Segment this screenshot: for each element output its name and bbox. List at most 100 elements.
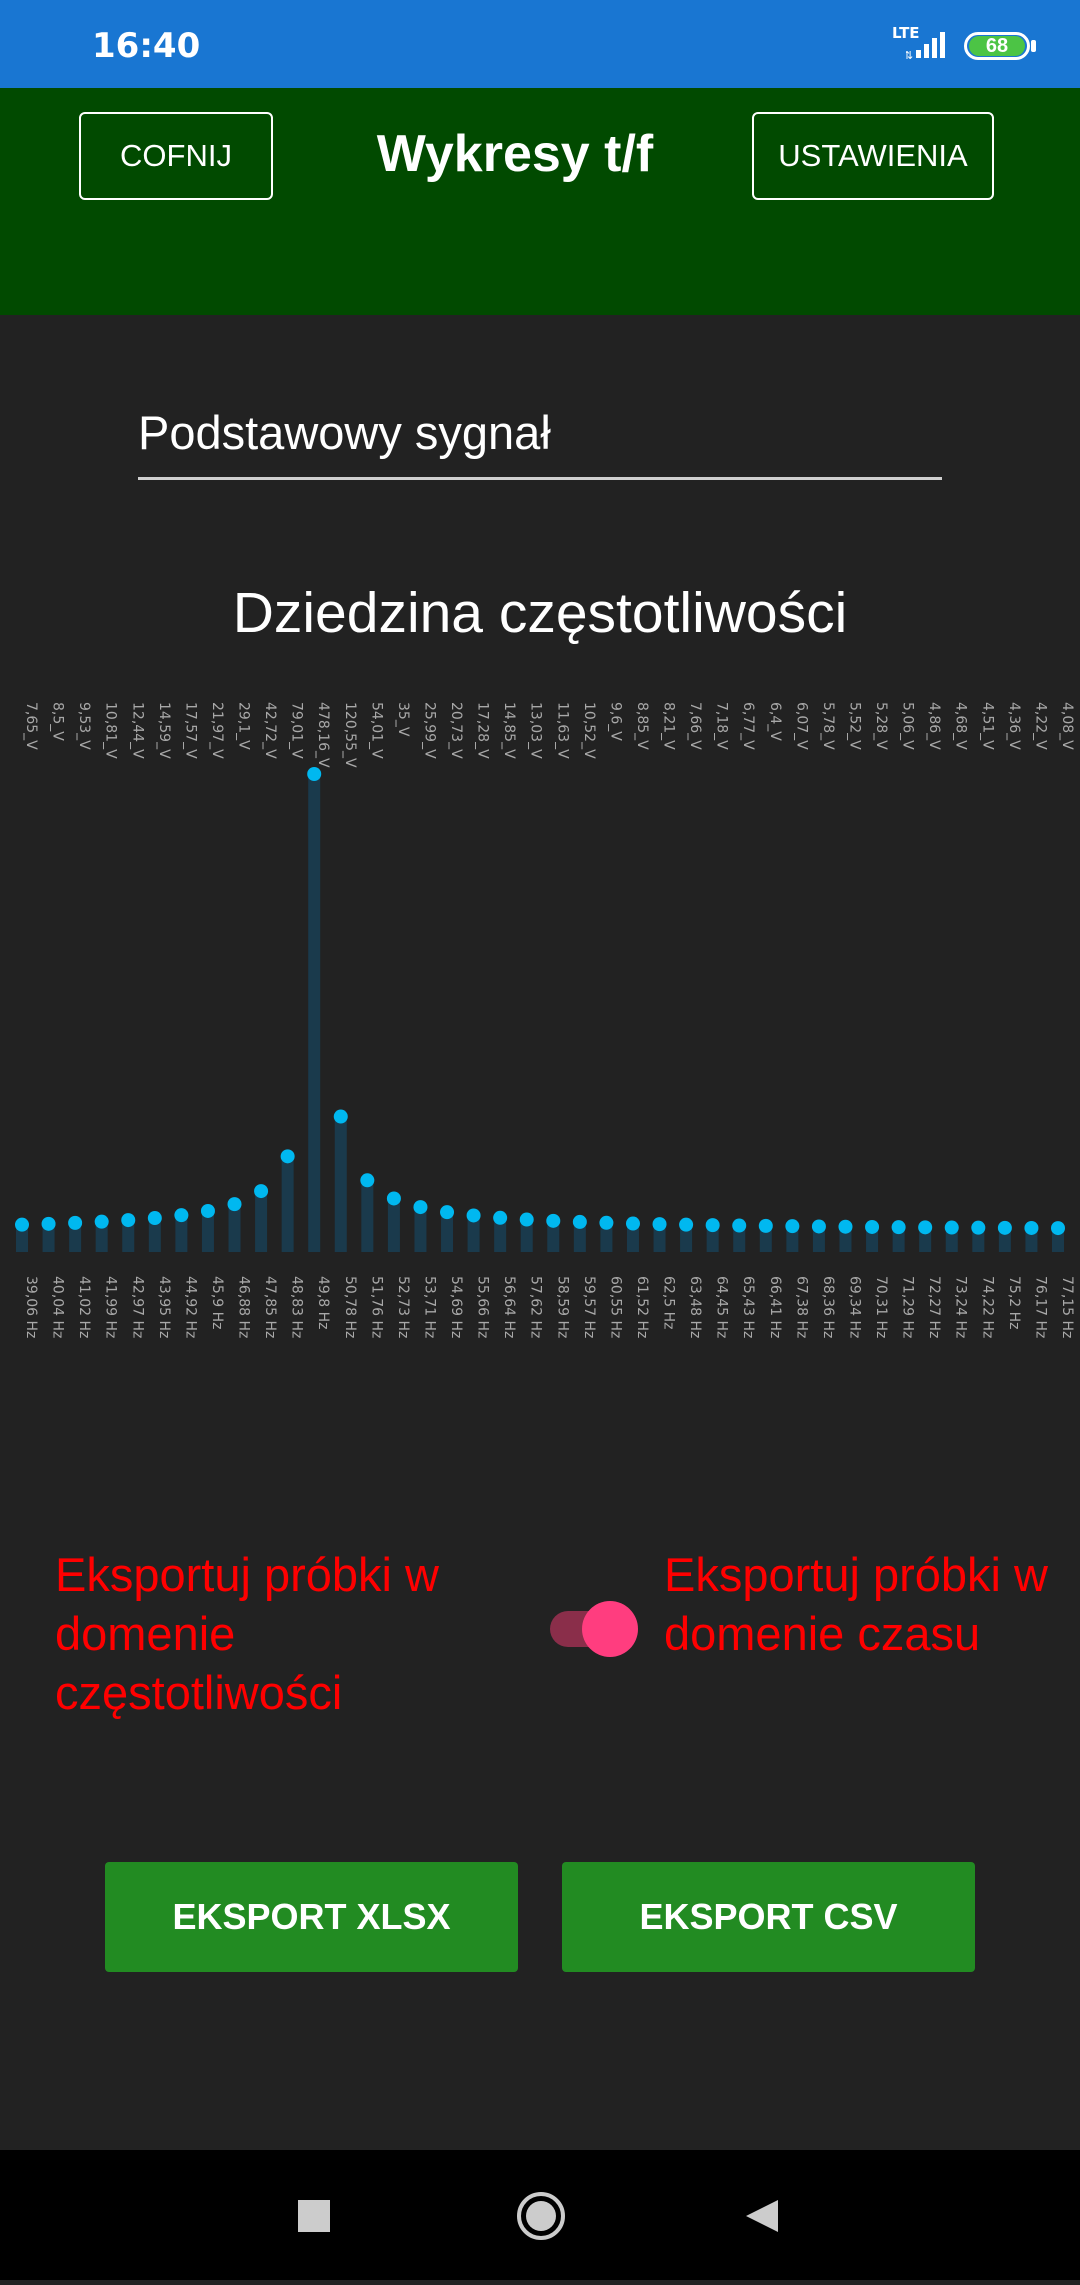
frequency-label: 48,83 Hz <box>289 1276 305 1338</box>
frequency-label: 68,36 Hz <box>820 1276 836 1338</box>
value-label: 6,4_V <box>767 702 783 741</box>
signal-select[interactable]: Podstawowy sygnał <box>138 405 942 480</box>
value-label: 9,6_V <box>607 702 623 741</box>
frequency-label: 49,8 Hz <box>315 1276 331 1330</box>
frequency-label: 44,92 Hz <box>182 1276 198 1338</box>
value-label: 54,01_V <box>368 702 384 759</box>
value-label: 10,81_V <box>103 702 119 759</box>
chart-point <box>1051 1221 1065 1236</box>
chart-stem <box>228 1204 241 1252</box>
chart-point <box>280 1149 295 1164</box>
chart-point <box>785 1219 800 1234</box>
chart-point <box>121 1213 136 1228</box>
chart-point <box>413 1200 428 1215</box>
chart-point <box>918 1220 933 1235</box>
back-triangle-icon[interactable] <box>746 2200 778 2232</box>
frequency-label: 54,69 Hz <box>448 1276 464 1338</box>
chart-point <box>360 1173 375 1188</box>
battery-tip <box>1031 40 1036 52</box>
battery-level: 68 <box>985 34 1009 57</box>
chart-point <box>1024 1220 1039 1235</box>
nav-bar <box>0 2150 1080 2280</box>
value-label: 25,99_V <box>421 702 437 759</box>
status-bar: 16:40 LTE ⇅ 68 <box>0 0 1080 88</box>
app-header: COFNIJ Wykresy t/f USTAWIENIA <box>0 88 1080 315</box>
chart-point <box>625 1216 640 1231</box>
recents-square-icon[interactable] <box>298 2200 330 2232</box>
frequency-label: 58,59 Hz <box>554 1276 570 1338</box>
value-label: 10,52_V <box>581 702 597 759</box>
chart-point <box>94 1214 109 1229</box>
frequency-label: 73,24 Hz <box>953 1276 969 1338</box>
value-label: 42,72_V <box>262 702 278 759</box>
value-label: 35_V <box>395 702 411 737</box>
value-label: 14,59_V <box>156 702 172 759</box>
chart-point <box>440 1205 455 1220</box>
export-freq-label: Eksportuj próbki w domenie częstotliwośc… <box>55 1548 439 1719</box>
value-label: 11,63_V <box>554 702 570 759</box>
frequency-label: 60,55 Hz <box>607 1276 623 1338</box>
value-label: 7,66_V <box>687 702 703 750</box>
chart-point <box>705 1218 720 1233</box>
value-label: 4,22_V <box>1032 702 1048 750</box>
chart-point <box>758 1218 773 1233</box>
chart-point <box>386 1191 401 1206</box>
export-csv-button[interactable]: EKSPORT CSV <box>562 1862 975 1972</box>
value-label: 5,28_V <box>873 702 889 750</box>
value-label: 79,01_V <box>289 702 305 759</box>
chart-stem <box>334 1116 347 1252</box>
frequency-label: 51,76 Hz <box>368 1276 384 1338</box>
battery-icon: 68 <box>964 32 1030 60</box>
frequency-label: 57,62 Hz <box>528 1276 544 1338</box>
frequency-label: 52,73 Hz <box>395 1276 411 1338</box>
chart-point <box>68 1215 83 1230</box>
chart-stem <box>361 1180 374 1252</box>
chart-point <box>307 767 322 781</box>
frequency-label: 72,27 Hz <box>926 1276 942 1338</box>
chart-point <box>41 1216 56 1231</box>
export-xlsx-button[interactable]: EKSPORT XLSX <box>105 1862 518 1972</box>
chart-point <box>732 1218 747 1233</box>
frequency-label: 50,78 Hz <box>342 1276 358 1338</box>
export-time-label: Eksportuj próbki w domenie czasu <box>664 1548 1048 1660</box>
page-title: Wykresy t/f <box>376 125 654 183</box>
value-label: 6,07_V <box>793 702 809 750</box>
value-label: 20,73_V <box>448 702 464 759</box>
chart-stem <box>281 1156 294 1252</box>
chart-point <box>572 1214 587 1229</box>
value-label: 13,03_V <box>528 702 544 759</box>
signal-icon: ⇅ <box>906 32 945 60</box>
chart-point <box>519 1212 534 1227</box>
chart-point <box>493 1210 508 1225</box>
nav-buttons <box>298 2192 778 2240</box>
frequency-label: 45,9 Hz <box>209 1276 225 1330</box>
chart-point <box>174 1208 189 1223</box>
chart-stem <box>255 1191 268 1252</box>
chart-point <box>997 1220 1012 1235</box>
value-label: 8,85_V <box>634 702 650 750</box>
frequency-label: 75,2 Hz <box>1006 1276 1022 1330</box>
frequency-label: 65,43 Hz <box>740 1276 756 1338</box>
frequency-label: 56,64 Hz <box>501 1276 517 1338</box>
frequency-label: 55,66 Hz <box>475 1276 491 1338</box>
value-label: 8,5_V <box>50 702 66 741</box>
value-label: 5,78_V <box>820 702 836 750</box>
frequency-label: 41,02 Hz <box>76 1276 92 1338</box>
chart-stem <box>387 1198 400 1252</box>
chart-point <box>15 1217 29 1232</box>
value-label: 17,57_V <box>182 702 198 759</box>
back-button[interactable]: COFNIJ <box>79 112 273 200</box>
toggle-thumb[interactable] <box>582 1601 638 1657</box>
frequency-chart: 7,65_V 39,06 Hz 8,5_V 40,04 Hz 9,53_V 41,02 H… <box>15 702 1075 1338</box>
chart-point <box>944 1220 959 1235</box>
frequency-label: 43,95 Hz <box>156 1276 172 1338</box>
frequency-label: 69,34 Hz <box>846 1276 862 1338</box>
value-label: 120,55_V <box>342 702 358 768</box>
value-label: 8,21_V <box>661 702 677 750</box>
chart-stem <box>308 774 321 1252</box>
value-label: 5,52_V <box>846 702 862 750</box>
frequency-label: 59,57 Hz <box>581 1276 597 1338</box>
home-circle-icon[interactable] <box>517 2192 565 2240</box>
settings-button[interactable]: USTAWIENIA <box>752 112 994 200</box>
value-label: 4,36_V <box>1006 702 1022 750</box>
